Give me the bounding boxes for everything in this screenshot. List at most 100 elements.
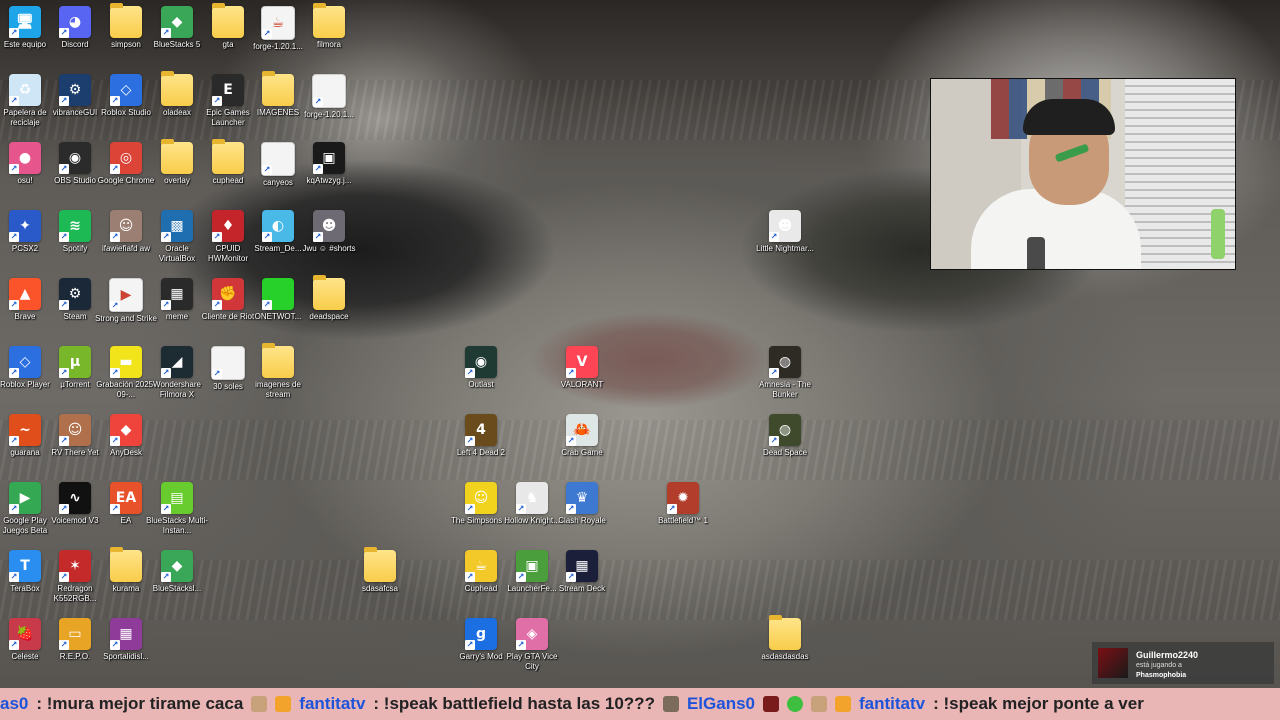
app-icon: ✹ bbox=[667, 482, 699, 514]
app-icon: ▤ bbox=[161, 482, 193, 514]
desktop-icon[interactable]: asdasdasdas bbox=[754, 615, 816, 662]
app-icon: ♞ bbox=[516, 482, 548, 514]
desktop-icon-label: BlueStacksl... bbox=[152, 584, 202, 593]
game-activity-notification[interactable]: Guillermo2240 está jugando a Phasmophobi… bbox=[1092, 642, 1274, 684]
app-icon: ▭ bbox=[59, 618, 91, 650]
app-icon: ⚙ bbox=[59, 278, 91, 310]
app-icon: ● bbox=[9, 142, 41, 174]
app-icon: ~ bbox=[9, 414, 41, 446]
ticker-message: : !speak battlefield hasta las 10??? bbox=[373, 694, 655, 713]
app-icon: g bbox=[465, 618, 497, 650]
app-icon: 🍓 bbox=[9, 618, 41, 650]
emote-icon bbox=[787, 696, 803, 712]
desktop-icon-label: Left 4 Dead 2 bbox=[456, 448, 506, 457]
desktop-icon-label: Jwu ☺ #shorts bbox=[302, 244, 356, 253]
desktop-icon[interactable]: ▦ Stream Deck bbox=[551, 550, 613, 594]
app-icon: ▶ bbox=[9, 482, 41, 514]
app-icon: ☻ bbox=[769, 210, 801, 242]
app-icon: T bbox=[9, 550, 41, 582]
app-icon: ☕ bbox=[465, 550, 497, 582]
emote-icon bbox=[275, 696, 292, 712]
app-icon: ▬ bbox=[110, 346, 142, 378]
desktop-icon[interactable]: ☻ Little Nightmar... bbox=[754, 210, 816, 254]
emote-icon bbox=[662, 696, 679, 712]
app-icon: ☺ bbox=[465, 482, 497, 514]
app-icon: 🦀 bbox=[566, 414, 598, 446]
app-icon: ▦ bbox=[566, 550, 598, 582]
desktop-icon[interactable]: ▤ BlueStacks Multi-Instan... bbox=[146, 482, 208, 536]
app-icon: 🖥 bbox=[9, 6, 41, 38]
emote-icon bbox=[835, 696, 851, 712]
desktop-icon[interactable]: sdasafcsa bbox=[349, 547, 411, 594]
app-icon: ◇ bbox=[9, 346, 41, 378]
desktop-icon-label: forge-1.20.1... bbox=[304, 110, 354, 119]
desktop-icon[interactable]: ◈ Play GTA Vice City bbox=[501, 618, 563, 672]
webcam-bottle bbox=[1211, 209, 1225, 259]
ticker-message: : !mura mejor tirame caca bbox=[36, 694, 244, 713]
desktop-icon-label: imagenes de stream bbox=[255, 380, 301, 399]
desktop-icon[interactable]: ♛ Clash Royale bbox=[551, 482, 613, 526]
notification-game: Phasmophobia bbox=[1136, 672, 1187, 679]
desktop-icon-label: kqAtwzyg.j... bbox=[306, 176, 352, 185]
app-icon: ☺ bbox=[59, 414, 91, 446]
app-icon bbox=[262, 278, 294, 310]
emote-icon bbox=[251, 696, 268, 712]
app-icon: ∿ bbox=[59, 482, 91, 514]
app-icon: ◆ bbox=[110, 414, 142, 446]
folder-icon bbox=[262, 343, 294, 378]
ticker-username: fantitatv bbox=[299, 694, 366, 713]
folder-icon bbox=[161, 139, 193, 174]
desktop-icon[interactable]: ☻ Jwu ☺ #shorts bbox=[298, 210, 360, 254]
folder-icon bbox=[110, 547, 142, 582]
webcam-microphone bbox=[1027, 237, 1045, 269]
app-icon: ☺ bbox=[110, 210, 142, 242]
ticker-username: as0 bbox=[0, 694, 29, 713]
desktop-icon[interactable]: ◆ BlueStacksl... bbox=[146, 550, 208, 594]
wallpaper-fur-texture bbox=[0, 420, 1280, 480]
desktop-icon-label: Dead Space bbox=[762, 448, 808, 457]
app-icon: ◐ bbox=[262, 210, 294, 242]
desktop-icon[interactable]: V VALORANT bbox=[551, 346, 613, 390]
desktop-icon[interactable]: deadspace bbox=[298, 275, 360, 322]
app-icon: ▦ bbox=[110, 618, 142, 650]
desktop-icon[interactable]: ◆ AnyDesk bbox=[95, 414, 157, 458]
desktop-icon[interactable]: 4 Left 4 Dead 2 bbox=[450, 414, 512, 458]
desktop-icon-label: Amnesia - The Bunker bbox=[759, 380, 811, 399]
app-icon: ▣ bbox=[516, 550, 548, 582]
desktop-icon[interactable]: 🦀 Crab Game bbox=[551, 414, 613, 458]
desktop-icon[interactable]: ◍ Dead Space bbox=[754, 414, 816, 458]
notification-username: Guillermo2240 bbox=[1136, 650, 1199, 660]
file-icon: ☕ bbox=[261, 6, 295, 40]
app-icon: V bbox=[566, 346, 598, 378]
folder-icon bbox=[212, 3, 244, 38]
desktop-icon[interactable]: ▣ kqAtwzyg.j... bbox=[298, 142, 360, 186]
app-icon: ☻ bbox=[313, 210, 345, 242]
app-icon: ✊ bbox=[212, 278, 244, 310]
desktop-icon[interactable]: filmora bbox=[298, 3, 360, 50]
desktop-icon[interactable]: ▦ Sportalidisl... bbox=[95, 618, 157, 662]
desktop-icon[interactable]: ✹ Battlefield™ 1 bbox=[652, 482, 714, 526]
folder-icon bbox=[769, 615, 801, 650]
desktop-icon-label: Stream Deck bbox=[558, 584, 606, 593]
webcam-overlay bbox=[930, 78, 1236, 270]
desktop-icon-label: Crab Game bbox=[561, 448, 603, 457]
app-icon: 4 bbox=[465, 414, 497, 446]
desktop-icon[interactable]: ◉ Outlast bbox=[450, 346, 512, 390]
app-icon: ✶ bbox=[59, 550, 91, 582]
notification-status: está jugando a bbox=[1136, 662, 1182, 669]
desktop-icon-label: VALORANT bbox=[560, 380, 604, 389]
folder-icon bbox=[313, 275, 345, 310]
folder-icon bbox=[161, 71, 193, 106]
app-icon: ◉ bbox=[59, 142, 91, 174]
desktop-icon[interactable]: forge-1.20.1... bbox=[298, 74, 360, 120]
app-icon: µ bbox=[59, 346, 91, 378]
emote-icon bbox=[763, 696, 779, 712]
desktop-icon[interactable]: imagenes de stream bbox=[247, 343, 309, 400]
chat-ticker: as0 : !mura mejor tirame caca fantitatv … bbox=[0, 688, 1280, 720]
app-icon: ◍ bbox=[769, 346, 801, 378]
desktop-icon-label: Clash Royale bbox=[558, 516, 606, 525]
app-icon: ◆ bbox=[161, 550, 193, 582]
app-icon: ≋ bbox=[59, 210, 91, 242]
desktop-icon[interactable]: ◍ Amnesia - The Bunker bbox=[754, 346, 816, 400]
app-icon: ▩ bbox=[161, 210, 193, 242]
